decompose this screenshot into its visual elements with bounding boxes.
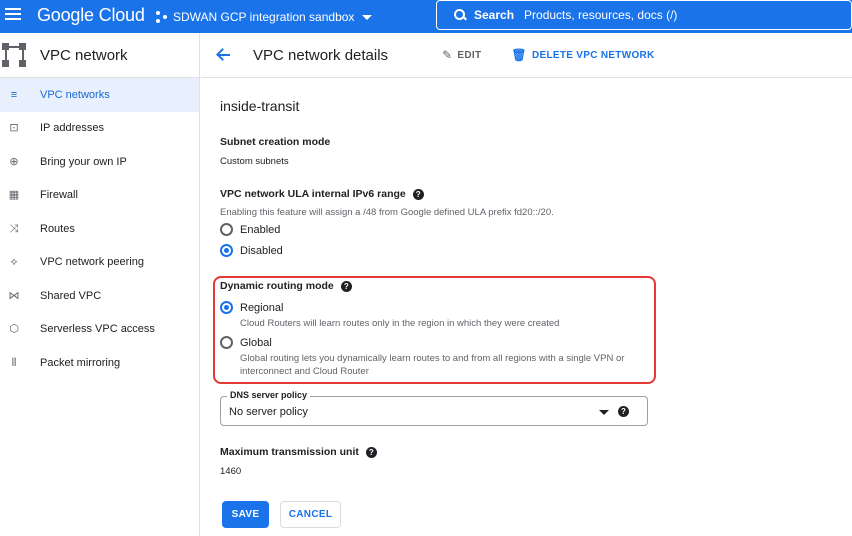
- subnet-mode-label: Subnet creation mode: [220, 136, 331, 148]
- search-label: Search: [474, 8, 515, 22]
- sidebar: VPC network ≡ VPC networks ⊡ IP addresses ⊕ B…: [0, 33, 200, 536]
- dropdown-caret-icon: [362, 14, 373, 20]
- page-title: VPC network details: [253, 46, 389, 64]
- dropdown-caret-icon: [599, 410, 609, 415]
- help-icon[interactable]: ?: [412, 188, 424, 200]
- menu-icon[interactable]: [5, 8, 21, 24]
- sidebar-item-routes[interactable]: ⤨ Routes: [0, 212, 199, 246]
- regional-label: Regional: [240, 301, 284, 314]
- serverless-icon: ⬡: [9, 323, 19, 336]
- ula-description: Enabling this feature will assign a /48 …: [220, 207, 554, 218]
- ula-disabled-label: Disabled: [240, 244, 283, 257]
- ula-disabled-radio[interactable]: Disabled: [220, 244, 283, 257]
- search-placeholder: Products, resources, docs (/): [524, 8, 678, 22]
- sidebar-item-bring-your-own-ip[interactable]: ⊕ Bring your own IP: [0, 145, 199, 179]
- mtu-label: Maximum transmission unit?: [220, 446, 377, 458]
- ula-enabled-label: Enabled: [240, 223, 281, 236]
- globe-icon: ⊕: [9, 155, 19, 168]
- edit-label: EDIT: [457, 49, 482, 61]
- radio-off-icon: [220, 336, 233, 349]
- cancel-button[interactable]: CANCEL: [280, 501, 341, 528]
- page-header: VPC network details ✎ EDIT 🗑 DELETE VPC NE…: [201, 33, 852, 78]
- shared-vpc-icon: ⋈: [8, 289, 20, 302]
- routes-icon: ⤨: [9, 222, 19, 235]
- top-bar: Google Cloud SDWAN GCP integration sandb…: [0, 0, 852, 33]
- sidebar-item-label: VPC networks: [40, 88, 110, 101]
- edit-button[interactable]: ✎ EDIT: [442, 48, 481, 62]
- dns-server-policy-value: No server policy: [229, 406, 308, 418]
- peering-icon: ⟡: [10, 256, 18, 269]
- sidebar-item-shared-vpc[interactable]: ⋈ Shared VPC: [0, 279, 199, 313]
- sidebar-header: VPC network: [0, 33, 199, 78]
- sidebar-item-firewall[interactable]: ▦ Firewall: [0, 179, 199, 213]
- sidebar-item-packet-mirroring[interactable]: ⦀ Packet mirroring: [0, 346, 199, 380]
- global-radio[interactable]: Global: [220, 336, 272, 349]
- firewall-icon: ▦: [8, 189, 20, 202]
- vpc-networks-icon: ≡: [10, 88, 18, 101]
- regional-radio[interactable]: Regional: [220, 301, 283, 314]
- save-button[interactable]: SAVE: [222, 501, 269, 528]
- dns-server-policy-select[interactable]: DNS server policy No server policy ?: [220, 390, 648, 426]
- project-name: SDWAN GCP integration sandbox: [173, 10, 355, 24]
- sidebar-item-ip-addresses[interactable]: ⊡ IP addresses: [0, 112, 199, 146]
- sidebar-item-label: Serverless VPC access: [40, 323, 155, 336]
- pencil-icon: ✎: [442, 48, 453, 62]
- network-name: inside-transit: [220, 98, 300, 114]
- delete-label: DELETE VPC NETWORK: [531, 49, 655, 61]
- trash-icon: 🗑: [511, 48, 527, 62]
- regional-description: Cloud Routers will learn routes only in …: [240, 318, 560, 329]
- sidebar-item-label: Packet mirroring: [40, 356, 121, 369]
- mtu-value: 1460: [220, 466, 242, 477]
- radio-off-icon: [220, 223, 233, 236]
- sidebar-item-label: VPC network peering: [40, 256, 144, 269]
- help-icon[interactable]: ?: [340, 280, 352, 292]
- ip-addresses-icon: ⊡: [9, 122, 19, 135]
- dns-server-policy-label: DNS server policy: [227, 390, 311, 400]
- sidebar-item-label: Shared VPC: [40, 289, 102, 302]
- back-arrow-icon[interactable]: [215, 46, 233, 64]
- help-icon[interactable]: ?: [365, 446, 377, 458]
- search-input[interactable]: Search Products, resources, docs (/): [436, 0, 852, 30]
- sidebar-item-vpc-networks[interactable]: ≡ VPC networks: [0, 78, 199, 112]
- project-selector[interactable]: SDWAN GCP integration sandbox: [156, 8, 373, 26]
- sidebar-item-label: IP addresses: [40, 122, 105, 135]
- radio-on-icon: [220, 244, 233, 257]
- sidebar-item-label: Routes: [40, 222, 75, 235]
- routing-mode-label: Dynamic routing mode?: [220, 280, 352, 292]
- ula-label: VPC network ULA internal IPv6 range?: [220, 188, 424, 200]
- global-description-line-1: Global routing lets you dynamically lear…: [240, 353, 625, 364]
- ula-enabled-radio[interactable]: Enabled: [220, 223, 280, 236]
- sidebar-item-label: Bring your own IP: [40, 155, 127, 168]
- packet-mirroring-icon: ⦀: [11, 356, 17, 369]
- radio-on-icon: [220, 301, 233, 314]
- sidebar-item-label: Firewall: [40, 189, 78, 202]
- delete-vpc-network-button[interactable]: 🗑 DELETE VPC NETWORK: [511, 48, 654, 62]
- help-icon[interactable]: ?: [618, 406, 629, 417]
- google-cloud-logo[interactable]: Google Cloud: [37, 5, 145, 26]
- project-icon: [156, 11, 168, 23]
- vpc-network-icon: [2, 43, 26, 67]
- global-description-line-2: interconnect and Cloud Router: [240, 366, 369, 377]
- subnet-mode-value: Custom subnets: [220, 156, 289, 167]
- sidebar-item-serverless-vpc-access[interactable]: ⬡ Serverless VPC access: [0, 313, 199, 347]
- sidebar-item-vpc-network-peering[interactable]: ⟡ VPC network peering: [0, 246, 199, 280]
- sidebar-title: VPC network: [40, 46, 128, 64]
- global-label: Global: [240, 336, 272, 349]
- search-icon: [454, 9, 466, 21]
